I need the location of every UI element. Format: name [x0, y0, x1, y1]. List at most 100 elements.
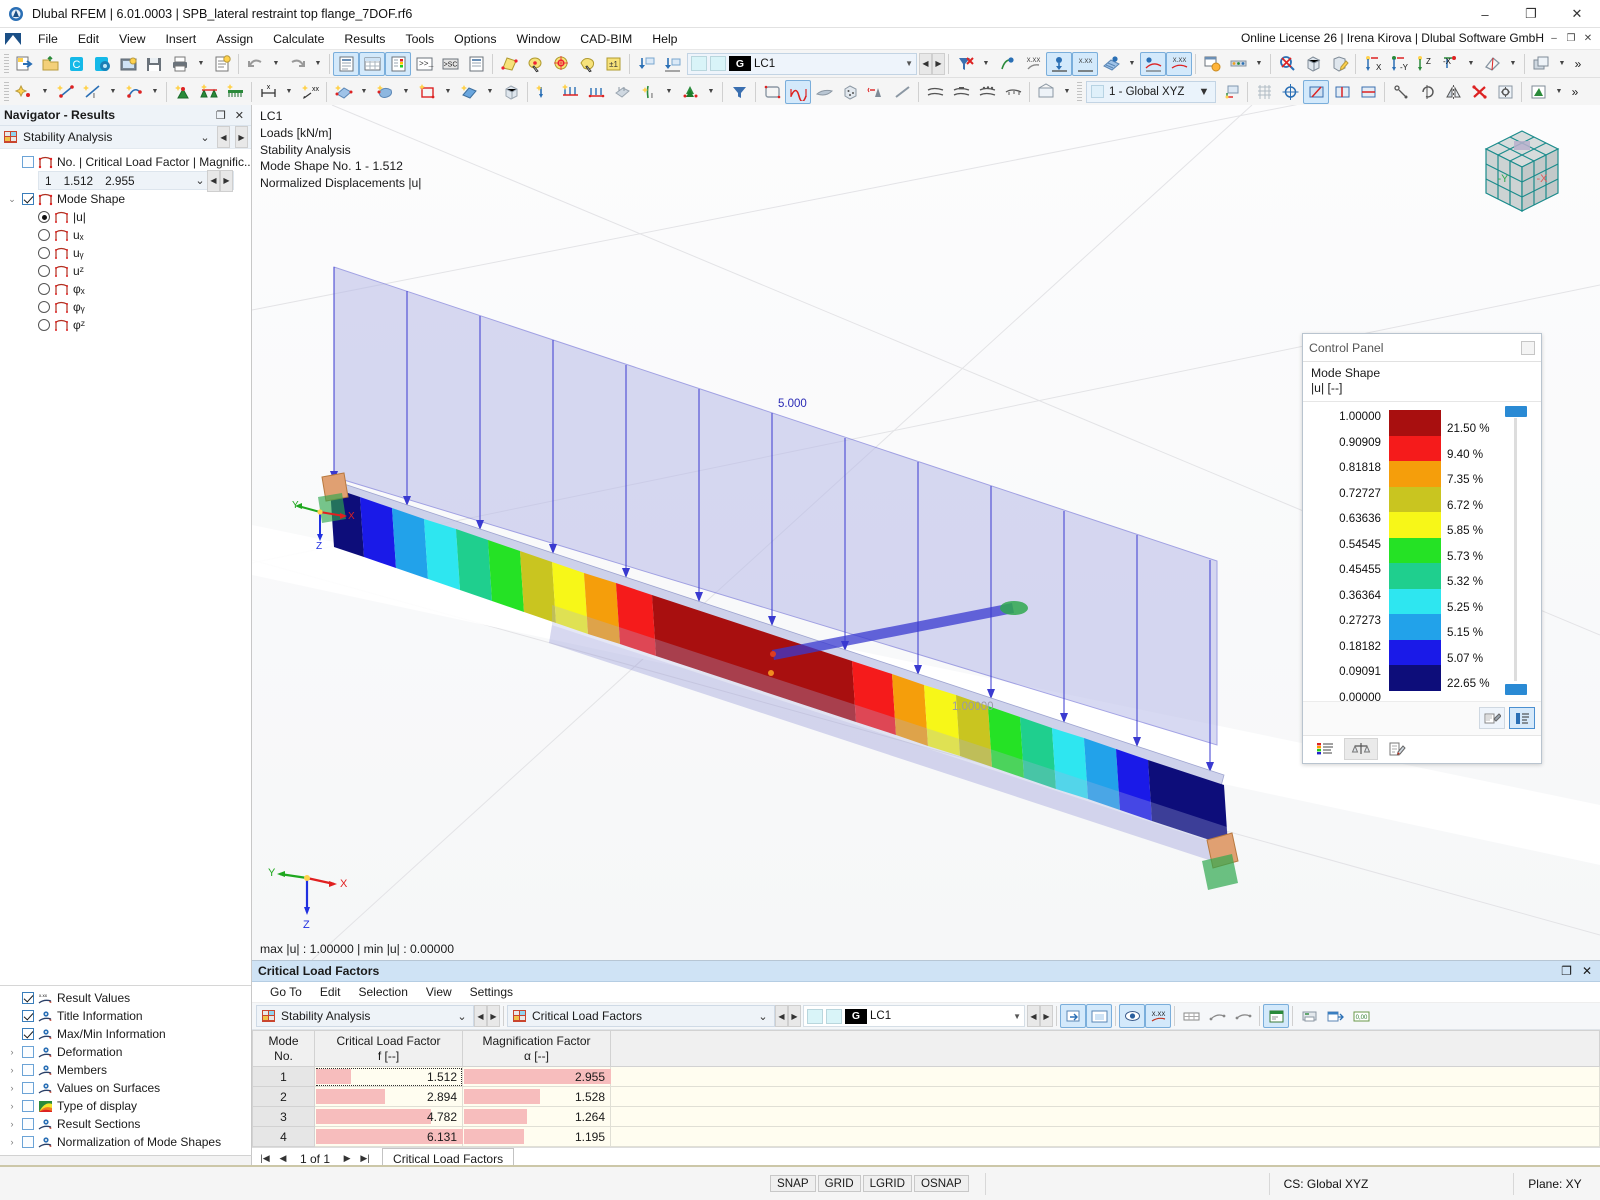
display-support-icon[interactable]: [863, 80, 889, 104]
new-solid-dropdown-icon[interactable]: ▼: [398, 80, 414, 104]
table-show-results-icon[interactable]: [1119, 1004, 1145, 1028]
display-option-result-values[interactable]: x.xx Result Values: [0, 989, 251, 1007]
slider-thumb-max[interactable]: [1505, 406, 1527, 417]
legend-band-4[interactable]: [1389, 487, 1441, 513]
value-distribution-button[interactable]: [1509, 707, 1535, 729]
status-toggle-osnap[interactable]: OSNAP: [914, 1175, 969, 1192]
column-header-magnification-factor[interactable]: Magnification Factor α [--]: [463, 1031, 611, 1067]
view-direction-dropdown-icon[interactable]: ▼: [1463, 52, 1479, 76]
display-option-maxmin-information[interactable]: Max/Min Information: [0, 1025, 251, 1043]
model-display-options-icon[interactable]: [1033, 80, 1059, 104]
cell-critical-load-factor[interactable]: 1.512: [315, 1067, 463, 1087]
table-analysis-prev[interactable]: ◀: [474, 1005, 487, 1027]
control-panel-pin-button[interactable]: [1521, 341, 1535, 355]
calculate-icon[interactable]: [1525, 80, 1551, 104]
view-x-direction-icon[interactable]: X: [1359, 52, 1385, 76]
coordinate-system-selector[interactable]: 1 - Global XYZ ▼: [1086, 81, 1216, 103]
table-fullscreen-icon[interactable]: [1086, 1004, 1112, 1028]
open-rstab-model-icon[interactable]: [89, 52, 115, 76]
new-surface-support-icon[interactable]: [222, 80, 248, 104]
release-type-2-icon[interactable]: [948, 80, 974, 104]
toolbar-grip[interactable]: [4, 54, 9, 74]
new-solid-set-icon[interactable]: [498, 80, 524, 104]
new-surface-set-icon[interactable]: [456, 80, 482, 104]
zoom-all-icon[interactable]: [1300, 52, 1326, 76]
legend-range-slider[interactable]: [1505, 408, 1527, 691]
new-opening-dropdown-icon[interactable]: ▼: [440, 80, 456, 104]
chevron-down-icon[interactable]: ▼: [1197, 86, 1211, 98]
chevron-down-icon[interactable]: ⌄: [193, 174, 207, 187]
work-plane-yz-icon[interactable]: [1329, 80, 1355, 104]
checkbox-title-information[interactable]: [22, 1010, 34, 1022]
snap-settings-icon[interactable]: [1277, 80, 1303, 104]
view-perspective-icon[interactable]: [1479, 52, 1505, 76]
new-line-dropdown-icon[interactable]: ▼: [105, 80, 121, 104]
display-option-type-of-display[interactable]: › Type of display: [0, 1097, 251, 1115]
print-dropdown-arrow-icon[interactable]: ▼: [193, 52, 209, 76]
view-y-direction-icon[interactable]: -Y: [1385, 52, 1411, 76]
new-load-icon[interactable]: [531, 80, 557, 104]
result-beam-icon[interactable]: [1225, 52, 1251, 76]
mode-prev-button[interactable]: ◀: [207, 170, 220, 192]
save-icon[interactable]: [141, 52, 167, 76]
grid-settings-icon[interactable]: [1251, 80, 1277, 104]
cell-magnification-factor[interactable]: 1.264: [463, 1107, 611, 1127]
legend-band-7[interactable]: [1389, 563, 1441, 589]
new-surface-set-dropdown-icon[interactable]: ▼: [482, 80, 498, 104]
model-display-options-dropdown-icon[interactable]: ▼: [1059, 80, 1075, 104]
select-special-icon[interactable]: [522, 52, 548, 76]
new-surface-icon[interactable]: [330, 80, 356, 104]
mode-values-row[interactable]: 1 1.512 2.955 ⌄ ◀ ▶: [38, 171, 234, 190]
chevron-down-icon[interactable]: ▼: [1013, 1012, 1021, 1021]
delete-results-dropdown-icon[interactable]: ▼: [978, 52, 994, 76]
navigator-analysis-next[interactable]: ▶: [235, 126, 248, 148]
display-solid-icon[interactable]: [837, 80, 863, 104]
calculate-dropdown-icon[interactable]: ▼: [1551, 80, 1567, 104]
redo-dropdown-arrow-icon[interactable]: ▼: [310, 52, 326, 76]
checkbox-maxmin-information[interactable]: [22, 1028, 34, 1040]
table-units-icon[interactable]: 0,00: [1348, 1004, 1374, 1028]
display-option-values-on-surfaces[interactable]: › Values on Surfaces: [0, 1079, 251, 1097]
table-analysis-next[interactable]: ▶: [487, 1005, 500, 1027]
tree-item-component-uy[interactable]: uᵧ: [0, 244, 251, 262]
cell-magnification-factor[interactable]: 2.955: [463, 1067, 611, 1087]
chevron-right-icon[interactable]: ›: [6, 1083, 18, 1093]
menu-assign[interactable]: Assign: [206, 30, 263, 48]
mirror-objects-icon[interactable]: [1440, 80, 1466, 104]
checkbox-type-of-display[interactable]: [22, 1100, 34, 1112]
menu-tools[interactable]: Tools: [395, 30, 444, 48]
table-selector[interactable]: Critical Load Factors ⌄: [507, 1005, 775, 1027]
view-z-direction-icon[interactable]: Z: [1411, 52, 1437, 76]
table-prev[interactable]: ◀: [775, 1005, 788, 1027]
select-objects-icon[interactable]: [496, 52, 522, 76]
doc-close-button[interactable]: ✕: [1580, 30, 1596, 46]
display-model-icon[interactable]: [759, 80, 785, 104]
new-line-variant-icon[interactable]: I: [79, 80, 105, 104]
factors-tab[interactable]: [1344, 738, 1378, 760]
doc-restore-button[interactable]: ❐: [1563, 30, 1579, 46]
release-type-1-icon[interactable]: [922, 80, 948, 104]
legend-band-3[interactable]: [1389, 461, 1441, 487]
show-load-alt-icon[interactable]: [659, 52, 685, 76]
display-option-title-information[interactable]: Title Information: [0, 1007, 251, 1025]
surface-results-dropdown-icon[interactable]: ▼: [1124, 52, 1140, 76]
doc-minimize-button[interactable]: –: [1546, 30, 1562, 46]
chevron-down-icon[interactable]: ⌄: [455, 1010, 469, 1023]
menu-window[interactable]: Window: [507, 30, 571, 48]
tree-item-component-phix[interactable]: φₓ: [0, 280, 251, 298]
slider-thumb-min[interactable]: [1505, 684, 1527, 695]
table-print-icon[interactable]: [1296, 1004, 1322, 1028]
display-option-deformation[interactable]: › Deformation: [0, 1043, 251, 1061]
new-snow-load-icon[interactable]: [677, 80, 703, 104]
new-member-dropdown-icon[interactable]: ▼: [147, 80, 163, 104]
chevron-right-icon[interactable]: ›: [6, 1137, 18, 1147]
edit-view-icon[interactable]: [1326, 52, 1352, 76]
menu-results[interactable]: Results: [334, 30, 395, 48]
tree-item-component-ux[interactable]: uₓ: [0, 226, 251, 244]
radio-component-u[interactable]: [38, 211, 50, 223]
load-case-selector[interactable]: G LC1 ▼: [687, 53, 917, 75]
menu-options[interactable]: Options: [444, 30, 506, 48]
table-analysis-selector[interactable]: Stability Analysis ⌄: [256, 1005, 474, 1027]
open-folder-icon[interactable]: [37, 52, 63, 76]
control-panel-icon[interactable]: [385, 52, 411, 76]
